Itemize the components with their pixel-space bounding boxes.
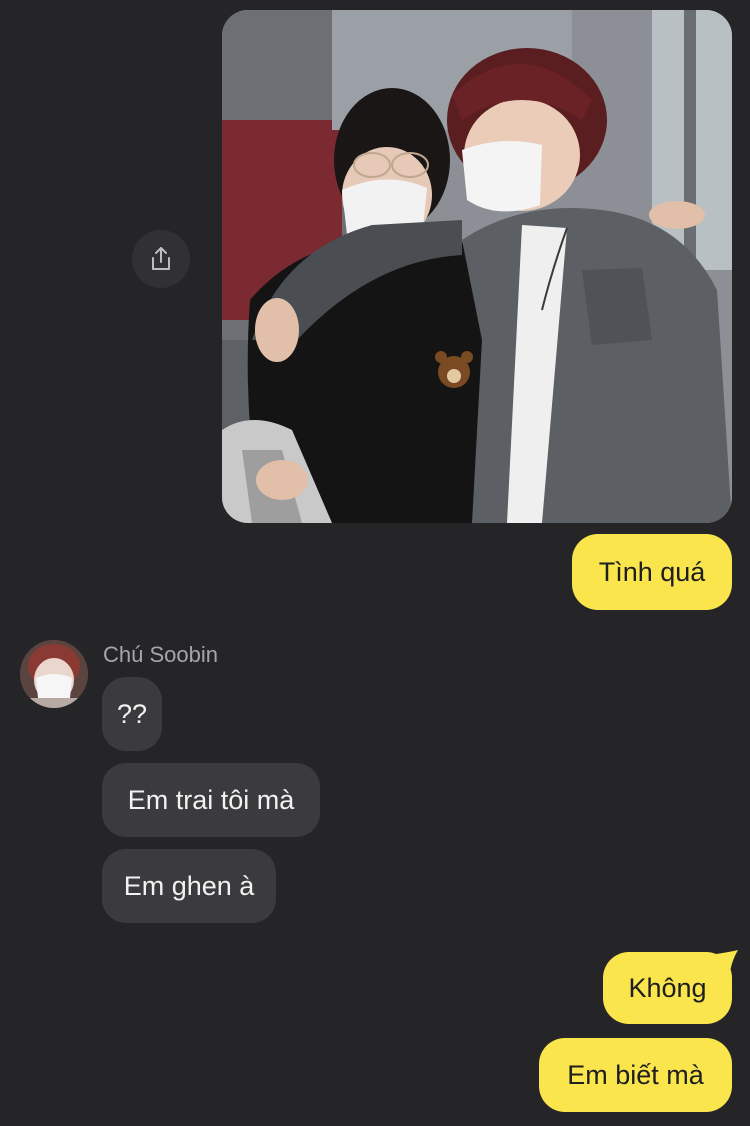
message-bubble-received[interactable]: Em ghen à xyxy=(102,849,276,923)
shared-photo[interactable] xyxy=(222,10,732,523)
bubble-tail xyxy=(716,950,738,972)
message-bubble-received[interactable]: ?? xyxy=(102,677,162,751)
message-text: Không xyxy=(628,972,707,1003)
message-bubble-sent[interactable]: Tình quá xyxy=(572,534,732,610)
message-text: Em biết mà xyxy=(567,1059,704,1090)
message-text: ?? xyxy=(116,698,148,729)
photo-illustration xyxy=(222,10,732,523)
message-text: Em ghen à xyxy=(123,870,255,901)
contact-avatar[interactable] xyxy=(20,640,88,708)
message-text: Tình quá xyxy=(598,556,706,587)
share-icon xyxy=(152,247,170,270)
share-button[interactable] xyxy=(132,230,190,288)
message-text: Em trai tôi mà xyxy=(127,784,295,815)
message-bubble-sent[interactable]: Em biết mà xyxy=(539,1038,732,1112)
avatar-image xyxy=(20,640,88,708)
message-bubble-received[interactable]: Em trai tôi mà xyxy=(102,763,320,837)
sender-name: Chú Soobin xyxy=(103,642,218,667)
message-bubble-sent[interactable]: Không xyxy=(603,952,732,1024)
